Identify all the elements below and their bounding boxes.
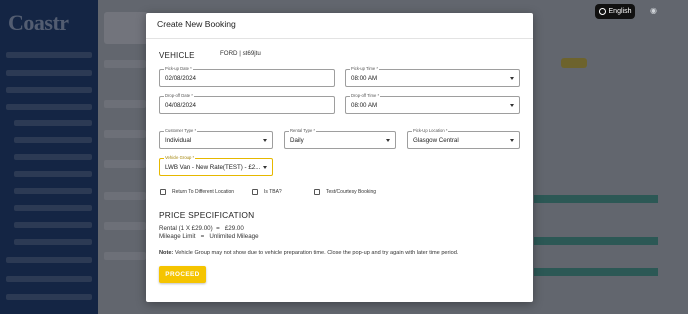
proceed-button[interactable]: PROCEED [159,266,206,283]
checkbox-label: Test/Courtesy Booking [326,189,377,195]
field-value: 08:00 AM [351,102,378,109]
pickup-time-select[interactable]: Pick-up Time * 08:00 AM [345,66,520,87]
field-value: 02/08/2024 [165,75,196,82]
pickup-location-select[interactable]: Pick-Up Location * Glasgow Central [407,128,520,149]
dropoff-time-select[interactable]: Drop-off Time * 08:00 AM [345,93,520,114]
field-label: Drop-off Time * [350,93,381,98]
modal-title: Create New Booking [146,13,533,39]
field-value: 08:00 AM [351,75,378,82]
field-label: Drop-off Date * [164,93,194,98]
create-booking-modal: Create New Booking VEHICLE FORD | st69jt… [146,13,533,302]
language-button[interactable]: English [595,4,635,19]
price-specification-title: PRICE SPECIFICATION [159,210,255,220]
vehicle-group-select[interactable]: Vehicle Group * LWB Van - New Rate(TEST)… [159,155,273,176]
mileage-limit-line: Mileage Limit = Unlimited Mileage [159,233,259,240]
language-label: English [608,8,632,15]
bell-icon[interactable]: ◉ [650,6,657,15]
test-courtesy-booking-checkbox[interactable]: Test/Courtesy Booking [314,189,376,195]
field-label: Pick-up Time * [350,66,379,71]
return-different-location-checkbox[interactable]: Return To Different Location [160,189,234,195]
field-value: LWB Van - New Rate(TEST) - £2... [165,164,261,171]
dropoff-date-field[interactable]: Drop-off Date * 04/08/2024 [159,93,335,114]
pickup-date-field[interactable]: Pick-up Date * 02/08/2024 [159,66,335,87]
field-label: Pick-up Date * [164,66,193,71]
field-label: Customer Type * [164,128,198,133]
field-value: Glasgow Central [413,137,459,144]
field-label: Vehicle Group * [164,155,196,160]
chevron-down-icon [510,104,514,107]
field-value: Individual [165,137,192,144]
chevron-down-icon [263,166,267,169]
field-label: Rental Type * [289,128,317,133]
chevron-down-icon [386,139,390,142]
vehicle-name: FORD | st69jtu [220,50,261,57]
chevron-down-icon [263,139,267,142]
chevron-down-icon [510,139,514,142]
rental-type-select[interactable]: Rental Type * Daily [284,128,396,149]
note-body: Vehicle Group may not show due to vehicl… [173,250,459,256]
chevron-down-icon [510,77,514,80]
field-label: Pick-Up Location * [412,128,449,133]
checkbox-label: Return To Different Location [172,189,235,195]
customer-type-select[interactable]: Customer Type * Individual [159,128,273,149]
vehicle-section-title: VEHICLE [159,51,195,60]
field-value: 04/08/2024 [165,102,196,109]
checkbox-icon [160,189,166,195]
is-tba-checkbox[interactable]: Is TBA? [252,189,282,195]
field-value: Daily [290,137,304,144]
note-text: Note: Vehicle Group may not show due to … [159,250,458,256]
checkbox-label: Is TBA? [264,189,282,195]
globe-icon [598,8,606,15]
note-label: Note: [159,250,174,256]
checkbox-icon [314,189,320,195]
rental-price-line: Rental (1 X £29.00) = £29.00 [159,225,244,232]
checkbox-icon [252,189,258,195]
